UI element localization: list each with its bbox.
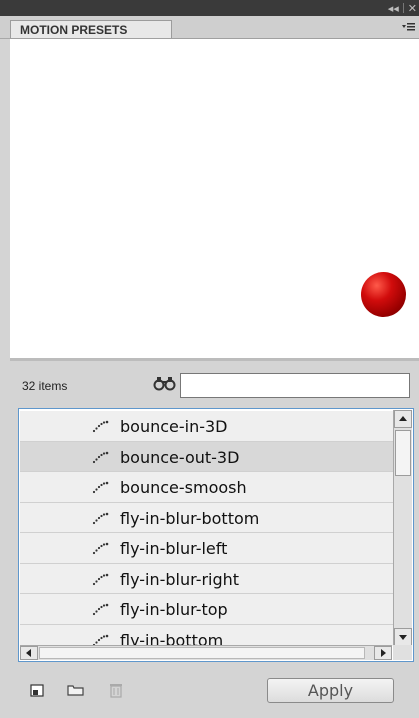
motion-path-icon: [92, 419, 110, 433]
list-item-label: bounce-in-3D: [120, 417, 228, 436]
motion-path-icon: [92, 541, 110, 555]
scroll-up-button[interactable]: [394, 410, 412, 428]
list-item-label: fly-in-blur-bottom: [120, 508, 260, 528]
tab-motion-presets[interactable]: MOTION PRESETS: [10, 20, 172, 39]
titlebar-buttons: ◂◂ ✕: [388, 0, 417, 16]
list-item[interactable]: fly-in-blur-bottom: [20, 502, 393, 533]
panel-titlebar: ◂◂ ✕: [0, 0, 419, 16]
motion-path-icon: [92, 633, 110, 647]
motion-path-icon: [92, 511, 110, 525]
motion-path-icon: [92, 572, 110, 586]
new-preset-icon[interactable]: [30, 683, 46, 697]
list-item[interactable]: fly-in-blur-top: [20, 594, 393, 625]
collapse-icon[interactable]: ◂◂: [388, 2, 399, 15]
item-count: 32 items: [22, 379, 68, 393]
presets-list: bounce-in-3D bounce-out-3D bounce-smoosh…: [18, 408, 414, 662]
panel-menu-icon[interactable]: [401, 20, 415, 34]
apply-button[interactable]: Apply: [267, 678, 394, 703]
vertical-scrollbar[interactable]: [393, 410, 412, 646]
scroll-corner: [393, 645, 412, 660]
list-item-label: fly-in-blur-top: [120, 600, 228, 619]
scroll-down-button[interactable]: [394, 628, 412, 646]
presets-rows: bounce-in-3D bounce-out-3D bounce-smoosh…: [20, 411, 393, 646]
scroll-left-button[interactable]: [20, 646, 38, 660]
list-item[interactable]: bounce-in-3D: [20, 411, 393, 442]
search-input[interactable]: [180, 373, 410, 398]
horizontal-scroll-thumb[interactable]: [39, 647, 365, 659]
close-icon[interactable]: ✕: [408, 2, 417, 15]
motion-path-icon: [92, 480, 110, 494]
new-folder-icon[interactable]: [67, 683, 84, 697]
titlebar-separator: [402, 3, 404, 13]
list-item[interactable]: bounce-smoosh: [20, 472, 393, 503]
preview-area: [10, 38, 419, 359]
list-item-label: bounce-smoosh: [120, 478, 247, 497]
list-item[interactable]: fly-in-blur-right: [20, 563, 393, 594]
list-item[interactable]: fly-in-blur-left: [20, 533, 393, 564]
binoculars-icon: [153, 375, 177, 391]
list-item-label: bounce-out-3D: [120, 447, 240, 467]
list-item[interactable]: fly-in-bottom: [20, 624, 393, 647]
list-item[interactable]: bounce-out-3D: [20, 441, 393, 472]
scroll-right-button[interactable]: [374, 646, 392, 660]
list-item-label: fly-in-blur-left: [120, 539, 228, 558]
vertical-scroll-thumb[interactable]: [395, 430, 411, 476]
motion-path-icon: [92, 450, 110, 464]
motion-path-icon: [92, 602, 110, 616]
preview-ball: [361, 272, 406, 317]
list-item-label: fly-in-blur-right: [120, 569, 240, 589]
horizontal-scrollbar[interactable]: [20, 645, 392, 660]
preview-divider[interactable]: [10, 358, 419, 361]
trash-icon[interactable]: [109, 683, 125, 698]
list-item-label: fly-in-bottom: [120, 630, 224, 647]
